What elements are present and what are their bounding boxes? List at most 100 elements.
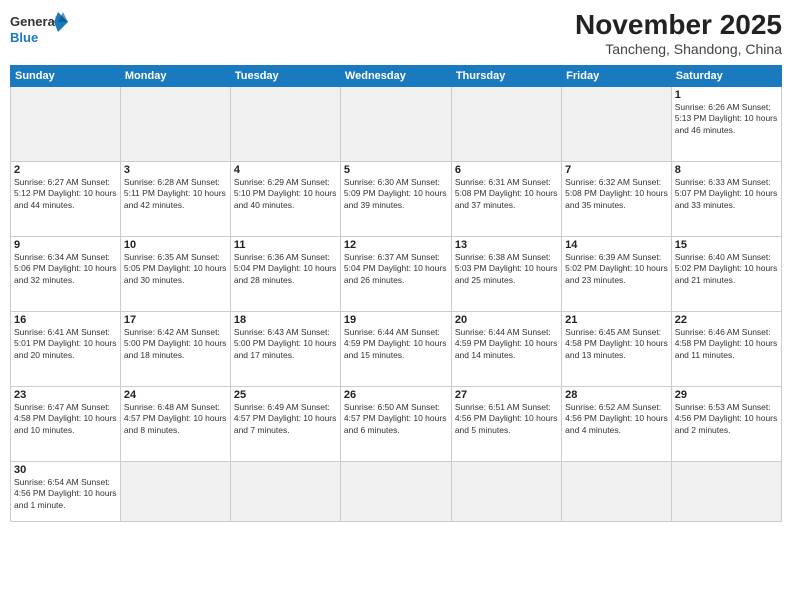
table-row: 12Sunrise: 6:37 AM Sunset: 5:04 PM Dayli… — [340, 236, 451, 311]
day-info: Sunrise: 6:47 AM Sunset: 4:58 PM Dayligh… — [14, 402, 117, 436]
table-row: 7Sunrise: 6:32 AM Sunset: 5:08 PM Daylig… — [562, 161, 672, 236]
table-row: 25Sunrise: 6:49 AM Sunset: 4:57 PM Dayli… — [230, 386, 340, 461]
day-number: 20 — [455, 314, 558, 326]
table-row: 16Sunrise: 6:41 AM Sunset: 5:01 PM Dayli… — [11, 311, 121, 386]
day-info: Sunrise: 6:44 AM Sunset: 4:59 PM Dayligh… — [344, 327, 448, 361]
table-row: 9Sunrise: 6:34 AM Sunset: 5:06 PM Daylig… — [11, 236, 121, 311]
day-info: Sunrise: 6:27 AM Sunset: 5:12 PM Dayligh… — [14, 177, 117, 211]
day-info: Sunrise: 6:35 AM Sunset: 5:05 PM Dayligh… — [124, 252, 227, 286]
col-sunday: Sunday — [11, 65, 121, 86]
calendar-table: Sunday Monday Tuesday Wednesday Thursday… — [10, 65, 782, 522]
table-row: 18Sunrise: 6:43 AM Sunset: 5:00 PM Dayli… — [230, 311, 340, 386]
day-number: 12 — [344, 239, 448, 251]
day-info: Sunrise: 6:51 AM Sunset: 4:56 PM Dayligh… — [455, 402, 558, 436]
table-row: 21Sunrise: 6:45 AM Sunset: 4:58 PM Dayli… — [562, 311, 672, 386]
table-row — [451, 461, 561, 521]
day-info: Sunrise: 6:28 AM Sunset: 5:11 PM Dayligh… — [124, 177, 227, 211]
table-row: 3Sunrise: 6:28 AM Sunset: 5:11 PM Daylig… — [120, 161, 230, 236]
day-number: 18 — [234, 314, 337, 326]
day-number: 2 — [14, 164, 117, 176]
day-info: Sunrise: 6:34 AM Sunset: 5:06 PM Dayligh… — [14, 252, 117, 286]
day-number: 19 — [344, 314, 448, 326]
day-number: 21 — [565, 314, 668, 326]
day-number: 27 — [455, 389, 558, 401]
day-number: 11 — [234, 239, 337, 251]
day-number: 14 — [565, 239, 668, 251]
day-info: Sunrise: 6:44 AM Sunset: 4:59 PM Dayligh… — [455, 327, 558, 361]
day-info: Sunrise: 6:33 AM Sunset: 5:07 PM Dayligh… — [675, 177, 778, 211]
table-row: 11Sunrise: 6:36 AM Sunset: 5:04 PM Dayli… — [230, 236, 340, 311]
day-number: 4 — [234, 164, 337, 176]
day-number: 9 — [14, 239, 117, 251]
table-row: 23Sunrise: 6:47 AM Sunset: 4:58 PM Dayli… — [11, 386, 121, 461]
title-block: November 2025 Tancheng, Shandong, China — [575, 10, 782, 57]
table-row: 8Sunrise: 6:33 AM Sunset: 5:07 PM Daylig… — [671, 161, 781, 236]
day-number: 8 — [675, 164, 778, 176]
day-info: Sunrise: 6:45 AM Sunset: 4:58 PM Dayligh… — [565, 327, 668, 361]
col-friday: Friday — [562, 65, 672, 86]
day-info: Sunrise: 6:50 AM Sunset: 4:57 PM Dayligh… — [344, 402, 448, 436]
day-number: 5 — [344, 164, 448, 176]
table-row: 13Sunrise: 6:38 AM Sunset: 5:03 PM Dayli… — [451, 236, 561, 311]
table-row: 19Sunrise: 6:44 AM Sunset: 4:59 PM Dayli… — [340, 311, 451, 386]
table-row — [562, 86, 672, 161]
table-row — [230, 461, 340, 521]
calendar-header-row: Sunday Monday Tuesday Wednesday Thursday… — [11, 65, 782, 86]
day-info: Sunrise: 6:32 AM Sunset: 5:08 PM Dayligh… — [565, 177, 668, 211]
day-number: 22 — [675, 314, 778, 326]
day-number: 7 — [565, 164, 668, 176]
location-subtitle: Tancheng, Shandong, China — [575, 41, 782, 57]
col-wednesday: Wednesday — [340, 65, 451, 86]
day-info: Sunrise: 6:38 AM Sunset: 5:03 PM Dayligh… — [455, 252, 558, 286]
day-number: 29 — [675, 389, 778, 401]
day-info: Sunrise: 6:39 AM Sunset: 5:02 PM Dayligh… — [565, 252, 668, 286]
table-row: 6Sunrise: 6:31 AM Sunset: 5:08 PM Daylig… — [451, 161, 561, 236]
day-number: 6 — [455, 164, 558, 176]
svg-text:General: General — [10, 14, 58, 29]
page: General Blue November 2025 Tancheng, Sha… — [0, 0, 792, 612]
day-info: Sunrise: 6:37 AM Sunset: 5:04 PM Dayligh… — [344, 252, 448, 286]
table-row: 20Sunrise: 6:44 AM Sunset: 4:59 PM Dayli… — [451, 311, 561, 386]
col-tuesday: Tuesday — [230, 65, 340, 86]
day-number: 26 — [344, 389, 448, 401]
table-row: 24Sunrise: 6:48 AM Sunset: 4:57 PM Dayli… — [120, 386, 230, 461]
day-number: 1 — [675, 89, 778, 101]
table-row — [230, 86, 340, 161]
table-row: 2Sunrise: 6:27 AM Sunset: 5:12 PM Daylig… — [11, 161, 121, 236]
day-number: 28 — [565, 389, 668, 401]
table-row: 27Sunrise: 6:51 AM Sunset: 4:56 PM Dayli… — [451, 386, 561, 461]
table-row — [671, 461, 781, 521]
day-info: Sunrise: 6:49 AM Sunset: 4:57 PM Dayligh… — [234, 402, 337, 436]
day-number: 30 — [14, 464, 117, 476]
table-row: 15Sunrise: 6:40 AM Sunset: 5:02 PM Dayli… — [671, 236, 781, 311]
table-row: 29Sunrise: 6:53 AM Sunset: 4:56 PM Dayli… — [671, 386, 781, 461]
day-info: Sunrise: 6:40 AM Sunset: 5:02 PM Dayligh… — [675, 252, 778, 286]
col-saturday: Saturday — [671, 65, 781, 86]
table-row: 26Sunrise: 6:50 AM Sunset: 4:57 PM Dayli… — [340, 386, 451, 461]
svg-text:Blue: Blue — [10, 30, 38, 45]
table-row — [120, 461, 230, 521]
table-row — [340, 461, 451, 521]
table-row: 22Sunrise: 6:46 AM Sunset: 4:58 PM Dayli… — [671, 311, 781, 386]
day-info: Sunrise: 6:43 AM Sunset: 5:00 PM Dayligh… — [234, 327, 337, 361]
header: General Blue November 2025 Tancheng, Sha… — [10, 10, 782, 57]
day-number: 13 — [455, 239, 558, 251]
day-number: 25 — [234, 389, 337, 401]
day-info: Sunrise: 6:46 AM Sunset: 4:58 PM Dayligh… — [675, 327, 778, 361]
day-info: Sunrise: 6:42 AM Sunset: 5:00 PM Dayligh… — [124, 327, 227, 361]
day-info: Sunrise: 6:53 AM Sunset: 4:56 PM Dayligh… — [675, 402, 778, 436]
table-row: 30Sunrise: 6:54 AM Sunset: 4:56 PM Dayli… — [11, 461, 121, 521]
table-row: 1Sunrise: 6:26 AM Sunset: 5:13 PM Daylig… — [671, 86, 781, 161]
day-number: 17 — [124, 314, 227, 326]
day-info: Sunrise: 6:26 AM Sunset: 5:13 PM Dayligh… — [675, 102, 778, 136]
day-info: Sunrise: 6:41 AM Sunset: 5:01 PM Dayligh… — [14, 327, 117, 361]
logo: General Blue — [10, 10, 70, 50]
day-number: 3 — [124, 164, 227, 176]
day-number: 15 — [675, 239, 778, 251]
day-info: Sunrise: 6:52 AM Sunset: 4:56 PM Dayligh… — [565, 402, 668, 436]
day-info: Sunrise: 6:54 AM Sunset: 4:56 PM Dayligh… — [14, 477, 117, 511]
table-row: 5Sunrise: 6:30 AM Sunset: 5:09 PM Daylig… — [340, 161, 451, 236]
day-info: Sunrise: 6:30 AM Sunset: 5:09 PM Dayligh… — [344, 177, 448, 211]
table-row: 28Sunrise: 6:52 AM Sunset: 4:56 PM Dayli… — [562, 386, 672, 461]
table-row — [120, 86, 230, 161]
